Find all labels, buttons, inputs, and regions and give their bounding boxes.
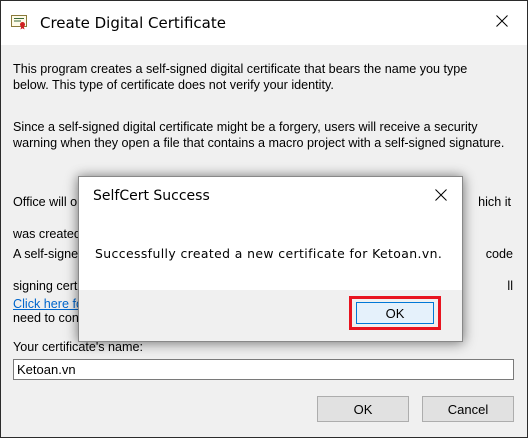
self-signed-left-line1: A self-signe (13, 247, 79, 261)
dialog-message: Successfully created a new certificate f… (95, 246, 443, 261)
self-signed-right-line1: code (485, 247, 513, 261)
certificate-icon (11, 14, 27, 30)
self-signed-left-line2: signing certi (13, 279, 81, 293)
title-bar: Create Digital Certificate (1, 1, 527, 45)
dialog-close-button[interactable] (423, 181, 459, 213)
self-signed-right-line2: ll (507, 279, 513, 293)
self-signed-left-line3: need to con (13, 311, 79, 325)
dialog-title-bar: SelfCert Success (79, 177, 462, 217)
window-close-button[interactable] (482, 7, 522, 39)
warning-paragraph: Since a self-signed digital certificate … (13, 120, 505, 150)
trust-paragraph-right-line1: hich it (478, 195, 511, 209)
certificate-name-input[interactable] (13, 359, 514, 380)
close-icon (435, 188, 447, 206)
close-icon (496, 14, 508, 32)
intro-paragraph: This program creates a self-signed digit… (13, 62, 468, 92)
cancel-button[interactable]: Cancel (422, 396, 514, 422)
dialog-footer: OK (79, 290, 462, 341)
certificate-name-label: Your certificate's name: (13, 340, 144, 354)
dialog-ok-button[interactable]: OK (356, 302, 434, 324)
click-here-link[interactable]: Click here fo (13, 297, 83, 311)
selfcert-success-dialog: SelfCert Success Successfully created a … (78, 176, 463, 342)
window-title: Create Digital Certificate (40, 14, 226, 32)
trust-paragraph-left-line1: Office will o (13, 195, 78, 209)
ok-button[interactable]: OK (317, 396, 409, 422)
dialog-title: SelfCert Success (93, 188, 210, 204)
